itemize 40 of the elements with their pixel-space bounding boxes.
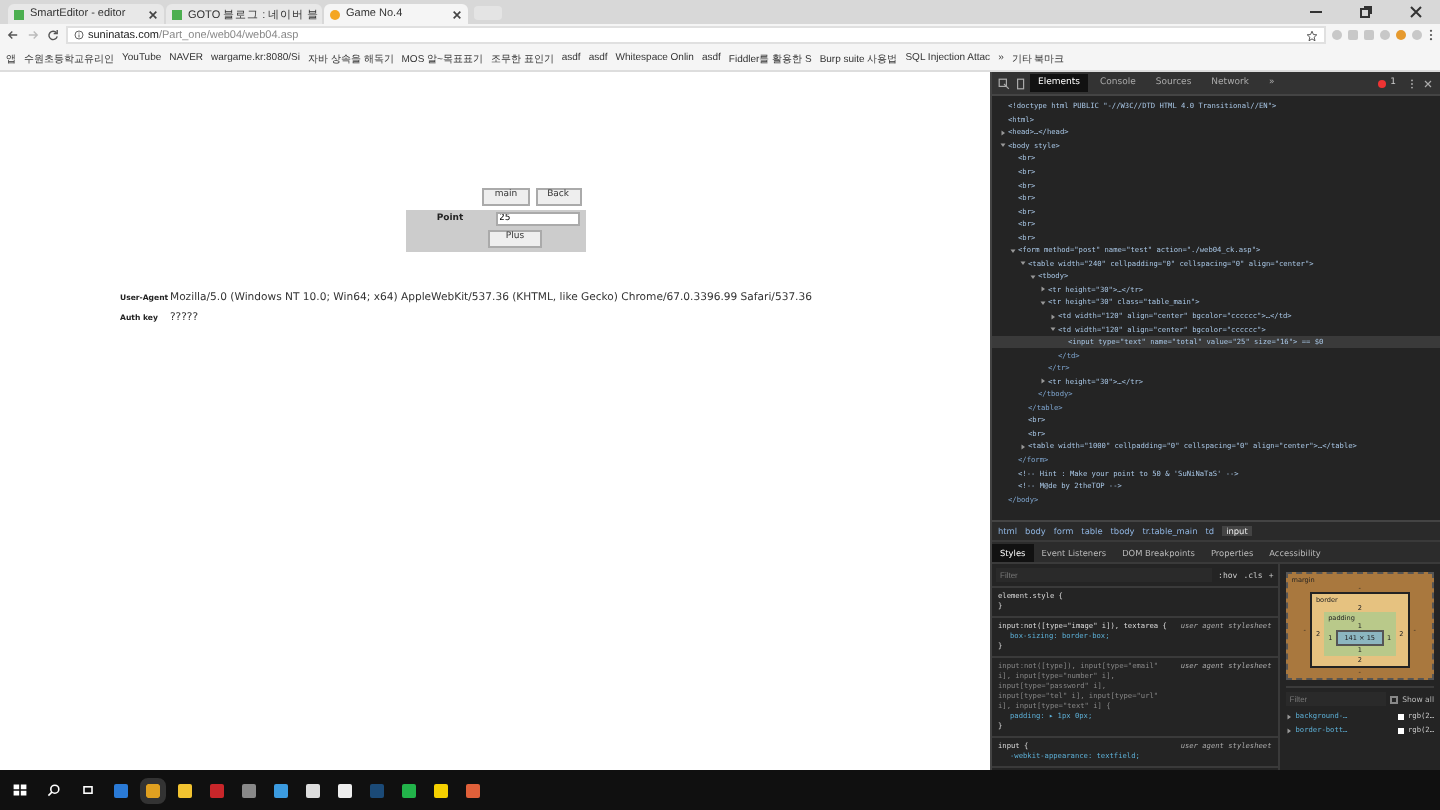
- expand-arrow-icon[interactable]: [1020, 443, 1026, 450]
- color-swatch-icon: [1398, 713, 1405, 719]
- app-icon[interactable]: [210, 783, 224, 797]
- info-icon: [74, 30, 84, 40]
- expand-arrow-icon[interactable]: [1050, 313, 1056, 320]
- app-icon[interactable]: [114, 783, 128, 797]
- expand-arrow-icon[interactable]: [1000, 142, 1006, 149]
- device-icon[interactable]: [1014, 77, 1026, 89]
- expand-arrow-icon[interactable]: [1050, 326, 1056, 333]
- close-icon[interactable]: [148, 9, 158, 19]
- back-icon[interactable]: [6, 28, 20, 42]
- favicon-icon: [14, 9, 24, 19]
- favicon-icon: [330, 9, 340, 19]
- expand-arrow-icon[interactable]: [1285, 727, 1292, 733]
- reload-icon[interactable]: [46, 28, 60, 42]
- expand-arrow-icon[interactable]: [1285, 713, 1292, 719]
- close-icon[interactable]: [452, 9, 462, 19]
- expand-arrow-icon[interactable]: [1030, 273, 1036, 280]
- expand-arrow-icon[interactable]: [1010, 247, 1016, 254]
- expand-arrow-icon[interactable]: [1040, 286, 1046, 293]
- inspect-icon[interactable]: [998, 77, 1010, 89]
- error-icon: [1378, 79, 1387, 87]
- color-swatch-icon: [1398, 727, 1405, 733]
- expand-arrow-icon[interactable]: [1040, 299, 1046, 306]
- close-icon[interactable]: [1422, 77, 1434, 89]
- show-all-checkbox[interactable]: [1390, 695, 1399, 703]
- app-icon[interactable]: [274, 783, 288, 797]
- app-icon[interactable]: [146, 783, 160, 797]
- star-icon[interactable]: [1306, 29, 1318, 41]
- search-icon[interactable]: [46, 782, 62, 798]
- task-view-icon[interactable]: [80, 782, 96, 798]
- expand-arrow-icon[interactable]: [1040, 378, 1046, 385]
- favicon-icon: [172, 9, 182, 19]
- app-icon[interactable]: [466, 783, 480, 797]
- windows-start-icon[interactable]: [12, 782, 28, 798]
- expand-arrow-icon[interactable]: [1020, 260, 1026, 267]
- restore-icon[interactable]: [1356, 2, 1376, 22]
- expand-arrow-icon[interactable]: [1000, 129, 1006, 136]
- close-icon[interactable]: [1406, 2, 1426, 22]
- menu-icon[interactable]: [1428, 28, 1434, 42]
